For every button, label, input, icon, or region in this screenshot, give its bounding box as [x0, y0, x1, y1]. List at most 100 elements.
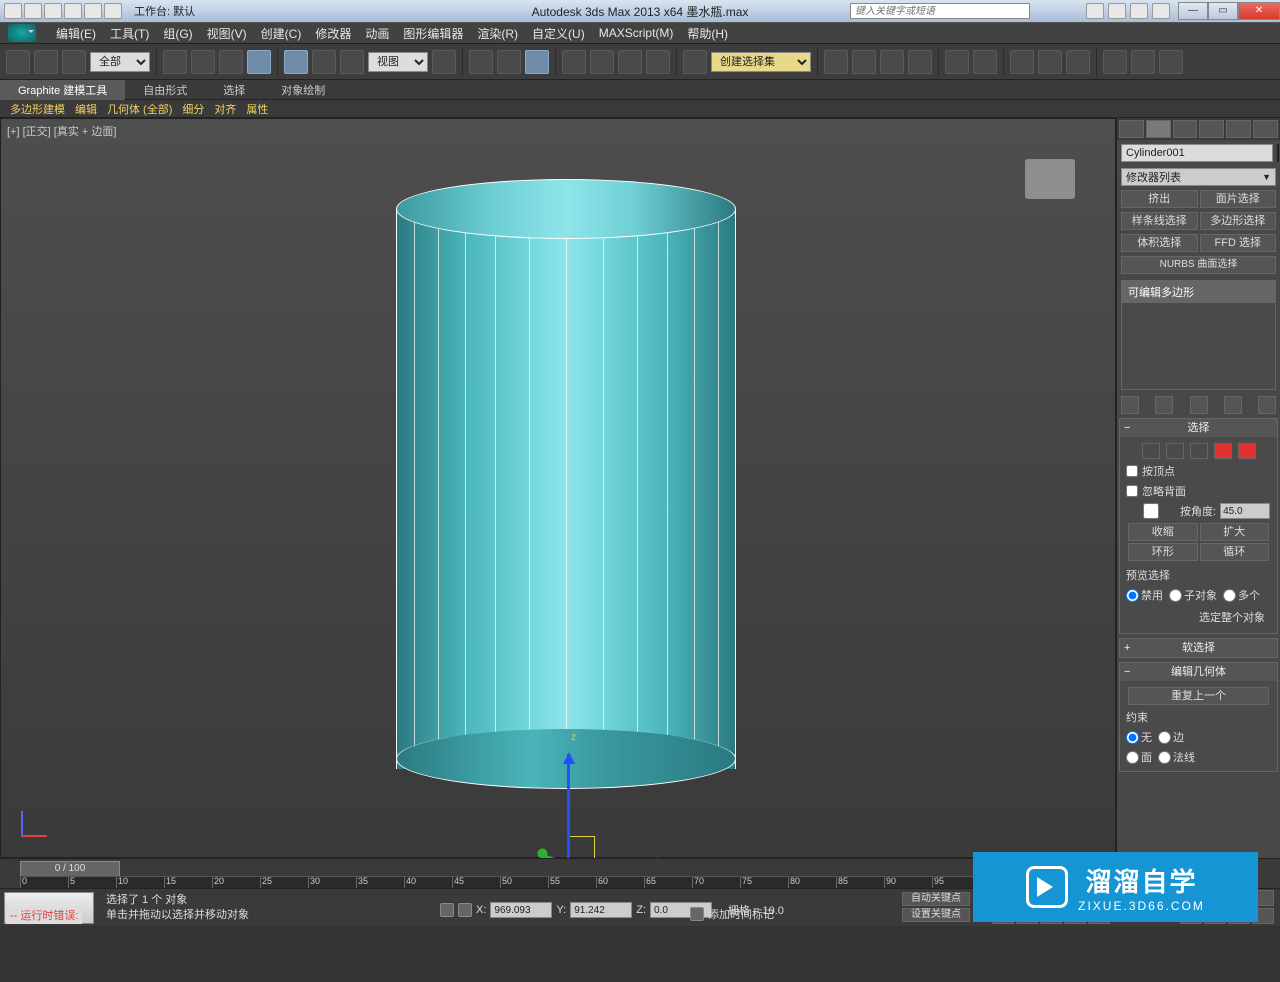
pivot-icon[interactable] — [432, 50, 456, 74]
remove-modifier-icon[interactable] — [1224, 396, 1242, 414]
info-icon[interactable] — [1086, 3, 1104, 19]
qat-redo-icon[interactable] — [84, 3, 102, 19]
stack-editable-poly[interactable]: 可编辑多边形 — [1122, 281, 1275, 303]
create-tab-icon[interactable] — [1119, 120, 1144, 138]
element-level-icon[interactable] — [1238, 443, 1256, 459]
window-crossing-icon[interactable] — [247, 50, 271, 74]
make-unique-icon[interactable] — [1190, 396, 1208, 414]
display-tab-icon[interactable] — [1226, 120, 1251, 138]
viewcube-icon[interactable] — [1025, 159, 1075, 199]
menu-rendering[interactable]: 渲染(R) — [477, 25, 518, 42]
select-icon[interactable] — [163, 50, 187, 74]
app-menu-icon[interactable] — [8, 24, 36, 42]
rollout-editgeo-header[interactable]: 编辑几何体 — [1120, 663, 1277, 681]
pin-stack-icon[interactable] — [1121, 396, 1139, 414]
workspace-label[interactable]: 工作台: 默认 — [134, 3, 195, 19]
ribbon-tab-graphite[interactable]: Graphite 建模工具 — [0, 80, 125, 100]
preview-multi-radio[interactable]: 多个 — [1223, 587, 1260, 603]
ribbon-panel-geometry[interactable]: 几何体 (全部) — [103, 101, 176, 117]
star-icon[interactable] — [1108, 3, 1126, 19]
curve-editor-icon[interactable] — [908, 50, 932, 74]
snap-3d-icon[interactable] — [562, 50, 586, 74]
maximize-button[interactable]: ▭ — [1208, 2, 1238, 20]
angle-snap-icon[interactable] — [590, 50, 614, 74]
object-name-input[interactable] — [1121, 144, 1273, 162]
scale-icon[interactable] — [340, 50, 364, 74]
object-color-swatch[interactable] — [1277, 144, 1279, 162]
ribbon-panel-polymodel[interactable]: 多边形建模 — [6, 101, 69, 117]
loop-button[interactable]: 循环 — [1200, 543, 1270, 561]
grow-button[interactable]: 扩大 — [1200, 523, 1270, 541]
material-editor-icon[interactable] — [973, 50, 997, 74]
modify-tab-icon[interactable] — [1146, 120, 1171, 138]
render-setup-icon[interactable] — [1010, 50, 1034, 74]
teapot3-icon[interactable] — [1159, 50, 1183, 74]
constraint-normal-radio[interactable]: 法线 — [1158, 749, 1195, 765]
modifier-list-dropdown[interactable]: 修改器列表 — [1121, 168, 1276, 186]
help-icon[interactable] — [1152, 3, 1170, 19]
repeat-last-button[interactable]: 重复上一个 — [1128, 687, 1269, 705]
ref-coord-dropdown[interactable]: 视图 — [368, 52, 428, 72]
select-region-icon[interactable] — [219, 50, 243, 74]
mod-poly-select-button[interactable]: 多边形选择 — [1200, 212, 1277, 230]
ribbon-panel-subdiv[interactable]: 细分 — [178, 101, 208, 117]
absolute-mode-icon[interactable] — [458, 903, 472, 917]
align-icon[interactable] — [852, 50, 876, 74]
configure-sets-icon[interactable] — [1258, 396, 1276, 414]
select-name-icon[interactable] — [191, 50, 215, 74]
menu-group[interactable]: 组(G) — [163, 25, 192, 42]
utilities-tab-icon[interactable] — [1253, 120, 1278, 138]
ribbon-panel-edit[interactable]: 编辑 — [71, 101, 101, 117]
qat-link-icon[interactable] — [104, 3, 122, 19]
edit-named-sel-icon[interactable] — [683, 50, 707, 74]
spinner-snap-icon[interactable] — [646, 50, 670, 74]
manipulate-icon[interactable] — [469, 50, 493, 74]
menu-graph-editors[interactable]: 图形编辑器 — [403, 25, 463, 42]
render-icon[interactable] — [1066, 50, 1090, 74]
auto-key-button[interactable]: 自动关键点 — [902, 892, 970, 906]
mod-nurbs-button[interactable]: NURBS 曲面选择 — [1121, 256, 1276, 274]
constraint-none-radio[interactable]: 无 — [1126, 729, 1152, 745]
by-angle-checkbox[interactable]: 按角度: — [1126, 503, 1216, 519]
menu-animation[interactable]: 动画 — [365, 25, 389, 42]
x-input[interactable] — [490, 902, 552, 918]
rollout-soft-header[interactable]: 软选择 — [1120, 639, 1277, 657]
mod-ffd-select-button[interactable]: FFD 选择 — [1200, 234, 1277, 252]
teapot2-icon[interactable] — [1131, 50, 1155, 74]
qat-new-icon[interactable] — [4, 3, 22, 19]
add-time-tag[interactable]: 添加时间标记 — [708, 906, 774, 922]
menu-views[interactable]: 视图(V) — [207, 25, 247, 42]
mod-spline-select-button[interactable]: 样条线选择 — [1121, 212, 1198, 230]
ribbon-tab-paint[interactable]: 对象绘制 — [263, 80, 343, 100]
link-icon[interactable] — [6, 50, 30, 74]
lock-selection-icon[interactable] — [440, 903, 454, 917]
ribbon-panel-align[interactable]: 对齐 — [210, 101, 240, 117]
qat-undo-icon[interactable] — [64, 3, 82, 19]
rollout-selection-header[interactable]: 选择 — [1120, 419, 1277, 437]
ignore-backfacing-checkbox[interactable]: 忽略背面 — [1124, 481, 1273, 501]
ribbon-tab-freeform[interactable]: 自由形式 — [125, 80, 205, 100]
set-key-button[interactable]: 设置关键点 — [902, 908, 970, 922]
layers-icon[interactable] — [880, 50, 904, 74]
minimize-button[interactable]: — — [1178, 2, 1208, 20]
menu-create[interactable]: 创建(C) — [261, 25, 302, 42]
by-vertex-checkbox[interactable]: 按顶点 — [1124, 461, 1273, 481]
schematic-view-icon[interactable] — [945, 50, 969, 74]
ring-button[interactable]: 环形 — [1128, 543, 1198, 561]
shrink-button[interactable]: 收缩 — [1128, 523, 1198, 541]
y-input[interactable] — [570, 902, 632, 918]
time-ruler[interactable]: 0510152025303540455055606570758085909510… — [20, 876, 980, 888]
mod-extrude-button[interactable]: 挤出 — [1121, 190, 1198, 208]
unlink-icon[interactable] — [34, 50, 58, 74]
teapot1-icon[interactable] — [1103, 50, 1127, 74]
hierarchy-tab-icon[interactable] — [1173, 120, 1198, 138]
menu-help[interactable]: 帮助(H) — [687, 25, 728, 42]
constraint-face-radio[interactable]: 面 — [1126, 749, 1152, 765]
move-gizmo[interactable]: z x y — [531, 744, 661, 864]
close-button[interactable]: ✕ — [1238, 2, 1280, 20]
qat-save-icon[interactable] — [44, 3, 62, 19]
border-level-icon[interactable] — [1190, 443, 1208, 459]
named-selection-dropdown[interactable]: 创建选择集 — [711, 52, 811, 72]
preview-subobj-radio[interactable]: 子对象 — [1169, 587, 1217, 603]
vertex-level-icon[interactable] — [1142, 443, 1160, 459]
